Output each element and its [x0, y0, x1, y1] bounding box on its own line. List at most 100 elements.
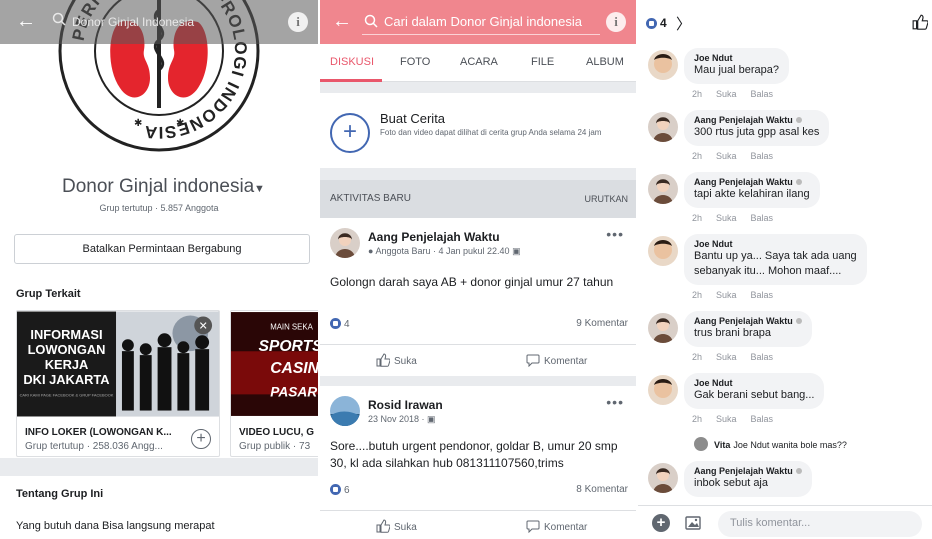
tab-acara[interactable]: ACARA: [460, 56, 498, 68]
related-group-card[interactable]: MAIN SEKA SPORTS CASIN PASAR VIDEO LUCU,…: [230, 310, 318, 457]
reply-button[interactable]: Balas: [751, 414, 774, 424]
member-badge-icon: [795, 117, 802, 123]
more-options-icon[interactable]: •••: [606, 226, 624, 242]
post-meta: 23 Nov 2018 · ▣: [368, 414, 436, 424]
add-icon[interactable]: +: [652, 514, 670, 532]
back-arrow-icon[interactable]: ←: [332, 10, 352, 32]
comment-bubble: Aang Penjelajah Waktu inbok sebut aja: [684, 461, 812, 497]
reply-button[interactable]: Balas: [751, 151, 774, 161]
reply-button[interactable]: Balas: [751, 89, 774, 99]
comment-bubble: Aang Penjelajah Waktu tapi akte kelahira…: [684, 172, 820, 208]
comment-author[interactable]: Aang Penjelajah Waktu: [694, 466, 802, 476]
like-icon: [330, 484, 341, 495]
thumbs-up-icon[interactable]: [912, 14, 928, 30]
search-input[interactable]: Donor Ginjal Indonesia: [72, 15, 194, 29]
back-arrow-icon[interactable]: ←: [16, 10, 36, 32]
create-story[interactable]: + Buat Cerita Foto dan video dapat dilih…: [320, 93, 636, 168]
tab-diskusi[interactable]: DISKUSI: [330, 56, 374, 68]
avatar[interactable]: [648, 174, 678, 204]
like-comment-button[interactable]: Suka: [716, 290, 737, 300]
card-title: INFO LOKER (LOWONGAN K...: [25, 427, 172, 438]
comments-header: 4 〉: [638, 0, 932, 44]
comment-text: sebanyak itu... Mohon maaf....: [694, 265, 842, 277]
comment-button[interactable]: Komentar: [526, 519, 587, 534]
comment-author[interactable]: Joe Ndut: [694, 53, 779, 63]
comment-text: Mau jual berapa?: [694, 64, 780, 76]
join-plus-icon[interactable]: +: [191, 429, 211, 449]
comment-bubble: Joe Ndut Mau jual berapa?: [684, 48, 790, 84]
comment-item: Aang Penjelajah Waktu 300 rtus juta gpp …: [638, 110, 932, 166]
photo-icon[interactable]: [684, 514, 702, 532]
svg-text:CASIN: CASIN: [270, 360, 318, 377]
comment-input[interactable]: Tulis komentar...: [718, 511, 922, 537]
chevron-down-icon[interactable]: ▼: [254, 183, 265, 195]
sort-button[interactable]: URUTKAN: [584, 194, 628, 204]
avatar[interactable]: [648, 236, 678, 266]
comment-button[interactable]: Komentar: [526, 353, 587, 368]
reply-button[interactable]: Balas: [751, 213, 774, 223]
comment-text: inbok sebut aja: [694, 477, 768, 489]
active-tab-indicator: [320, 79, 382, 82]
avatar[interactable]: [648, 313, 678, 343]
avatar[interactable]: [648, 463, 678, 493]
svg-text:✱: ✱: [134, 118, 142, 129]
like-button[interactable]: Suka: [376, 353, 417, 367]
reaction-count[interactable]: 4: [330, 318, 350, 330]
reply-preview[interactable]: Vita Joe Ndut wanita bole mas??: [694, 437, 847, 451]
comment-item: Joe Ndut Bantu up ya... Saya tak ada uan…: [638, 234, 932, 306]
post-author[interactable]: Rosid Irawan: [368, 398, 443, 412]
search-placeholder: Cari dalam Donor Ginjal indonesia: [384, 14, 582, 29]
like-comment-button[interactable]: Suka: [716, 352, 737, 362]
chevron-right-icon[interactable]: 〉: [676, 13, 691, 34]
about-text: Yang butuh dana Bisa langsung merapat: [16, 520, 215, 532]
more-options-icon[interactable]: •••: [606, 394, 624, 410]
comment-item: Aang Penjelajah Waktu trus brani brapa 2…: [638, 311, 932, 367]
reaction-count[interactable]: 6: [330, 484, 350, 496]
tab-foto[interactable]: FOTO: [400, 56, 430, 68]
comment-text: Bantu up ya... Saya tak ada uang: [694, 250, 857, 262]
close-icon[interactable]: ✕: [199, 320, 208, 332]
comment-text: tapi akte kelahiran ilang: [694, 188, 810, 200]
avatar[interactable]: [648, 375, 678, 405]
about-title: Tentang Grup Ini: [16, 488, 104, 500]
avatar[interactable]: [330, 396, 360, 426]
reply-button[interactable]: Balas: [751, 352, 774, 362]
related-group-card[interactable]: INFORMASI LOWONGAN KERJA DKI JAKARTA CAR…: [16, 310, 220, 457]
comment-count[interactable]: 9 Komentar: [576, 318, 628, 329]
post-text: Sore....butuh urgent pendonor, goldar B,…: [330, 439, 618, 470]
like-comment-button[interactable]: Suka: [716, 414, 737, 424]
info-icon[interactable]: i: [606, 12, 626, 32]
tab-file[interactable]: FILE: [531, 56, 554, 68]
story-subtitle: Foto dan video dapat dilihat di cerita g…: [380, 128, 602, 137]
feed-post: Rosid Irawan 23 Nov 2018 · ▣ ••• Sore...…: [320, 386, 636, 539]
svg-text:INFORMASI: INFORMASI: [30, 327, 102, 342]
comment-author[interactable]: Joe Ndut: [694, 239, 857, 249]
comment-author[interactable]: Aang Penjelajah Waktu: [694, 115, 819, 125]
search-input[interactable]: Cari dalam Donor Ginjal indonesia: [362, 9, 600, 35]
related-groups-section: Grup Terkait INFORMASI LOWONGAN KERJA DK…: [0, 278, 318, 458]
comment-author[interactable]: Aang Penjelajah Waktu: [694, 177, 810, 187]
comment-footer: 2h Suka Balas: [692, 352, 774, 362]
comment-author[interactable]: Aang Penjelajah Waktu: [694, 316, 802, 326]
avatar[interactable]: [648, 112, 678, 142]
like-comment-button[interactable]: Suka: [716, 213, 737, 223]
reply-button[interactable]: Balas: [751, 290, 774, 300]
comment-composer: + Tulis komentar...: [638, 505, 932, 539]
like-comment-button[interactable]: Suka: [716, 151, 737, 161]
like-comment-button[interactable]: Suka: [716, 89, 737, 99]
comment-count[interactable]: 8 Komentar: [576, 484, 628, 495]
comment-author[interactable]: Joe Ndut: [694, 378, 814, 388]
post-author[interactable]: Aang Penjelajah Waktu: [368, 230, 500, 244]
reaction-summary[interactable]: 4: [646, 16, 667, 30]
tab-album[interactable]: ALBUM: [586, 56, 624, 68]
cancel-join-request-button[interactable]: Batalkan Permintaan Bergabung: [14, 234, 310, 264]
group-name[interactable]: Donor Ginjal indonesia: [62, 176, 254, 198]
group-icon: ▣: [512, 246, 521, 256]
like-button[interactable]: Suka: [376, 519, 417, 533]
avatar[interactable]: [330, 228, 360, 258]
card-title: VIDEO LUCU, G: [239, 427, 315, 438]
info-icon[interactable]: i: [288, 12, 308, 32]
like-icon: [646, 18, 657, 29]
add-story-icon[interactable]: +: [330, 113, 370, 153]
avatar[interactable]: [648, 50, 678, 80]
